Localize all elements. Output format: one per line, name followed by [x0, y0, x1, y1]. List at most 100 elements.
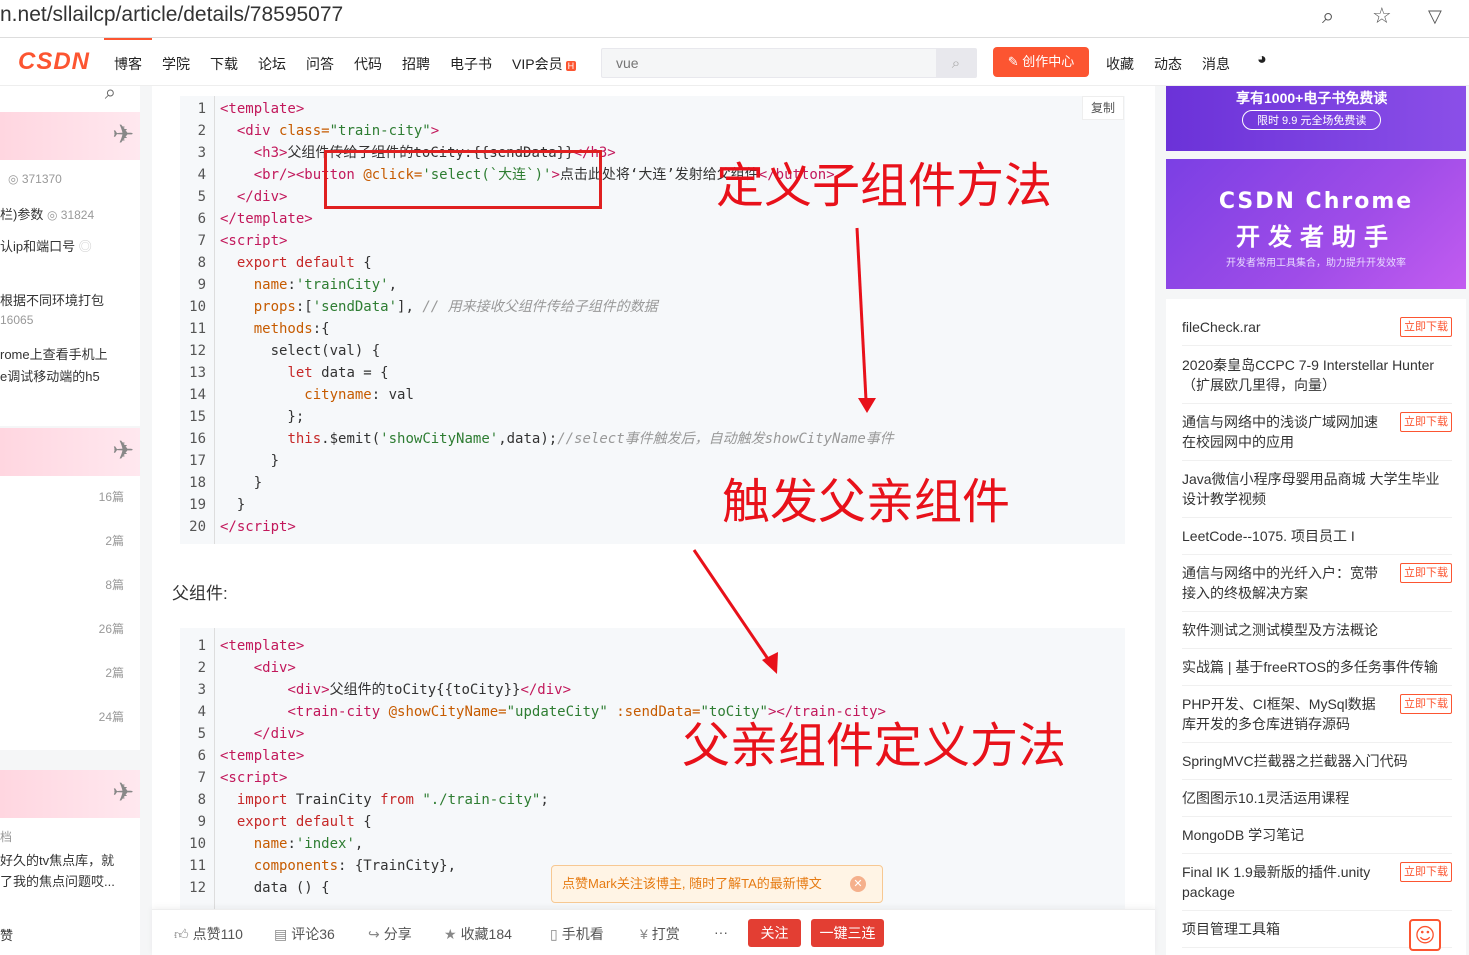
star-icon[interactable]: ☆	[1372, 4, 1392, 29]
more-button[interactable]: ···	[714, 924, 728, 940]
like-button[interactable]: 👍︎ 点赞110	[174, 924, 243, 944]
code-line: 13 let data = {	[180, 362, 1125, 384]
hot-article-link[interactable]: 栏)参数 ◎ 31824	[0, 204, 94, 223]
nav-item-ebook[interactable]: 电子书	[450, 54, 492, 74]
comment-text[interactable]: 好久的tv焦点库，就	[0, 850, 114, 869]
vip-badge: H	[565, 61, 577, 71]
code-text: }	[220, 497, 246, 513]
recommend-title: PHP开发、CI框架、MySql数据库开发的多仓库进销存源码	[1182, 696, 1376, 732]
left-search: ⌕	[0, 80, 140, 112]
close-icon[interactable]: ✕	[850, 876, 866, 892]
hot-article-link[interactable]: e调试移动端的h5	[0, 366, 100, 385]
code-line: 2 <div class="train-city">	[180, 120, 1125, 142]
search-icon[interactable]: ⌕	[936, 49, 976, 77]
code-text: methods:{	[253, 321, 330, 337]
csdn-assistant-icon[interactable]: ☺	[1409, 919, 1441, 951]
code-text: </script>	[220, 519, 296, 535]
category-count[interactable]: 26篇	[99, 620, 124, 637]
extension-icon[interactable]: ▽	[1428, 6, 1442, 27]
recommend-item[interactable]: LeetCode--1075. 项目员工 I	[1182, 526, 1452, 555]
code-line: 9 export default {	[180, 811, 1125, 833]
category-count[interactable]: 2篇	[105, 664, 124, 681]
recommend-item[interactable]: MongoDB 学习笔记	[1182, 825, 1452, 854]
search-icon[interactable]: ⌕	[105, 80, 116, 104]
recommend-item[interactable]: 通信与网络中的浅谈广域网加速在校园网中的应用 立即下载	[1182, 412, 1452, 461]
recommend-item[interactable]: 通信与网络中的光纤入户：宽带接入的终极解决方案 立即下载	[1182, 563, 1452, 612]
nav-item-jobs[interactable]: 招聘	[402, 54, 430, 74]
create-center-button[interactable]: ✎ 创作中心	[993, 47, 1089, 77]
comment-icon: ▤	[274, 926, 288, 942]
nav-item-blog[interactable]: 博客	[114, 54, 142, 74]
nav-item-download[interactable]: 下载	[210, 54, 238, 74]
recommend-item[interactable]: 亿图图示10.1灵活运用课程	[1182, 788, 1452, 817]
nav-item-qa[interactable]: 问答	[306, 54, 334, 74]
recommend-item[interactable]: fileCheck.rar 立即下载	[1182, 317, 1452, 346]
comment-text[interactable]: 了我的焦点问题哎...	[0, 871, 115, 890]
line-number: 1	[197, 101, 206, 117]
recommend-item[interactable]: 实战篇 | 基于freeRTOS的多任务事件传输	[1182, 657, 1452, 686]
copy-button[interactable]: 复制	[1082, 96, 1124, 120]
hot-article-link[interactable]: 根据不同环境打包	[0, 290, 104, 309]
recommend-title: 2020秦皇岛CCPC 7-9 Interstellar Hunter（扩展欧几…	[1182, 357, 1435, 393]
reward-button[interactable]: ¥ 打赏	[640, 924, 680, 944]
code-text: <script>	[220, 233, 288, 249]
nav-item-messages[interactable]: 消息	[1202, 54, 1230, 74]
user-avatar-icon[interactable]: ◕	[1257, 51, 1267, 69]
nav-item-activity[interactable]: 动态	[1154, 54, 1182, 74]
category-count[interactable]: 24篇	[99, 708, 124, 725]
hot-articles-card: ✈ ◎ 371370 栏)参数 ◎ 31824 认ip和端口号 ◎ 根据不同环境…	[0, 112, 140, 426]
line-number: 4	[197, 704, 206, 720]
article-toolbar: 👍︎ 点赞110 ▤ 评论36 ↪ 分享 ★ 收藏184 ▯ 手机看 ¥ 打赏 ··· 关注…	[152, 909, 1155, 955]
bird-icon: ✈	[112, 778, 134, 808]
triple-action-button[interactable]: 一键三连	[811, 919, 884, 947]
nav-item-favorites[interactable]: 收藏	[1106, 54, 1134, 74]
code-text: <template>	[220, 101, 305, 117]
page: n.net/sllailcp/article/details/78595077 …	[0, 0, 1469, 955]
hot-article-link[interactable]: 认ip和端口号 ◎	[0, 236, 92, 255]
code-text: import TrainCity from "./train-city";	[236, 792, 549, 808]
search-input[interactable]	[602, 49, 932, 77]
nav-item-academy[interactable]: 学院	[162, 54, 190, 74]
comment-button[interactable]: ▤ 评论36	[274, 924, 335, 944]
code-text: name:'trainCity',	[253, 277, 398, 293]
code-text: };	[220, 409, 305, 425]
recommend-item[interactable]: Java微信小程序母婴用品商城 大学生毕业设计教学视频	[1182, 469, 1452, 518]
line-number: 10	[189, 836, 206, 852]
line-number: 14	[189, 387, 206, 403]
recommend-title: 通信与网络中的浅谈广域网加速在校园网中的应用	[1182, 414, 1378, 450]
collect-button[interactable]: ★ 收藏184	[444, 924, 512, 944]
nav-item-code[interactable]: 代码	[354, 54, 382, 74]
share-button[interactable]: ↪ 分享	[368, 924, 412, 944]
line-number: 9	[197, 277, 206, 293]
csdn-logo[interactable]: CSDN	[18, 48, 90, 76]
nav-item-vip[interactable]: VIP会员 H	[512, 54, 577, 74]
code-text: <script>	[220, 770, 288, 786]
category-count[interactable]: 2篇	[105, 532, 124, 549]
recommend-item[interactable]: Final IK 1.9最新版的插件.unity package 立即下载	[1182, 862, 1452, 911]
recommend-item[interactable]: 软件测试之测试模型及方法概论	[1182, 620, 1452, 649]
recommend-item[interactable]: SpringMVC拦截器之拦截器入门代码	[1182, 751, 1452, 780]
download-button[interactable]: 立即下载	[1400, 563, 1452, 583]
recommend-item[interactable]: PHP开发、CI框架、MySql数据库开发的多仓库进销存源码 立即下载	[1182, 694, 1452, 743]
chrome-helper-banner[interactable]: CSDN Chrome 开发者助手 开发者常用工具集合，助力提升开发效率	[1166, 159, 1466, 289]
follow-button[interactable]: 关注	[748, 919, 801, 947]
nav-item-forum[interactable]: 论坛	[258, 54, 286, 74]
hot-article-link[interactable]: rome上查看手机上	[0, 344, 108, 363]
recommend-item[interactable]: 2020秦皇岛CCPC 7-9 Interstellar Hunter（扩展欧几…	[1182, 355, 1452, 404]
zoom-icon[interactable]: ⌕	[1322, 4, 1334, 29]
url-text[interactable]: n.net/sllailcp/article/details/78595077	[0, 3, 343, 27]
category-count[interactable]: 16篇	[99, 488, 124, 505]
code-text: components: {TrainCity},	[253, 858, 457, 874]
mobile-view-button[interactable]: ▯ 手机看	[550, 924, 604, 944]
category-count[interactable]: 8篇	[105, 576, 124, 593]
browser-address-bar[interactable]: n.net/sllailcp/article/details/78595077 …	[0, 0, 1469, 38]
download-button[interactable]: 立即下载	[1400, 694, 1452, 714]
follow-notice[interactable]: 点赞Mark关注该博主, 随时了解TA的最新博文 ✕	[551, 865, 883, 903]
download-button[interactable]: 立即下载	[1400, 317, 1452, 337]
notice-text: 点赞Mark关注该博主, 随时了解TA的最新博文	[562, 876, 822, 891]
download-button[interactable]: 立即下载	[1400, 412, 1452, 432]
recommend-title: SpringMVC拦截器之拦截器入门代码	[1182, 753, 1408, 769]
banner-subtitle: 限时 9.9 元全场免费读	[1242, 110, 1382, 130]
ebook-banner[interactable]: 享有1000+电子书免费读 限时 9.9 元全场免费读	[1166, 86, 1466, 151]
download-button[interactable]: 立即下载	[1400, 862, 1452, 882]
